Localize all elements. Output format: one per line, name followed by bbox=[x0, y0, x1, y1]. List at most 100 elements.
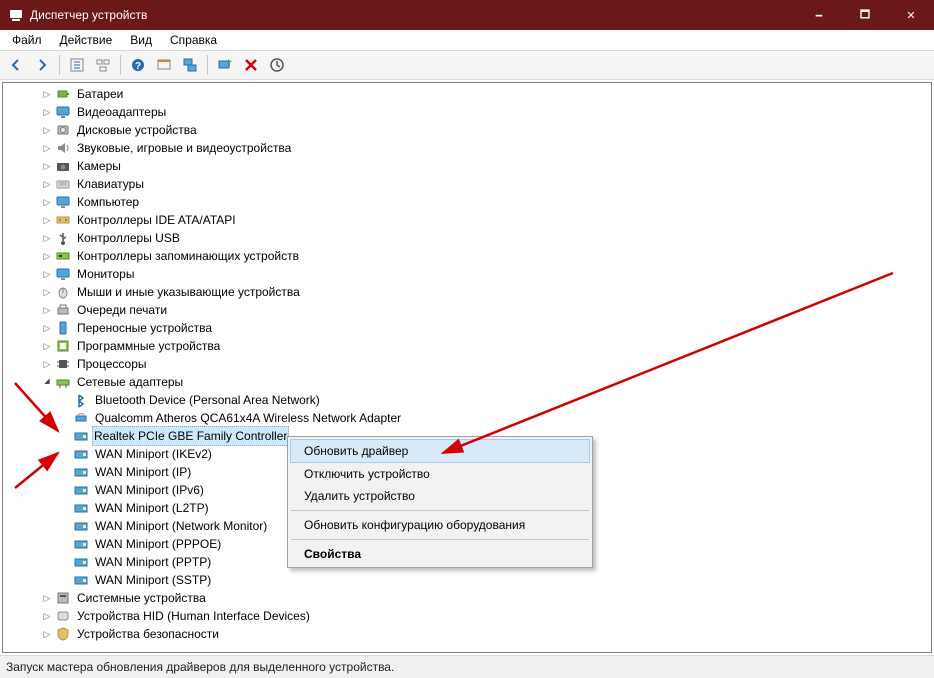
uninstall-device-icon[interactable] bbox=[239, 53, 263, 77]
tree-label[interactable]: Батареи bbox=[75, 85, 125, 103]
context-menu-item[interactable]: Удалить устройство bbox=[290, 485, 590, 507]
category-node[interactable]: Батареи bbox=[3, 85, 931, 103]
tree-label[interactable]: Сетевые адаптеры bbox=[75, 373, 185, 391]
category-node[interactable]: Мониторы bbox=[3, 265, 931, 283]
context-menu-item[interactable]: Обновить конфигурацию оборудования bbox=[290, 514, 590, 536]
expand-arrow-icon[interactable] bbox=[57, 536, 73, 552]
update-driver-icon[interactable] bbox=[213, 53, 237, 77]
device-node[interactable]: WAN Miniport (SSTP) bbox=[3, 571, 931, 589]
tree-label[interactable]: Bluetooth Device (Personal Area Network) bbox=[93, 391, 322, 409]
nav-back-icon[interactable] bbox=[4, 53, 28, 77]
expand-arrow-icon[interactable] bbox=[39, 266, 55, 282]
tree-label[interactable]: Мыши и иные указывающие устройства bbox=[75, 283, 302, 301]
expand-arrow-icon[interactable] bbox=[39, 626, 55, 642]
scan-window-icon[interactable] bbox=[152, 53, 176, 77]
tree-label[interactable]: Переносные устройства bbox=[75, 319, 214, 337]
tree-label[interactable]: Контроллеры IDE ATA/ATAPI bbox=[75, 211, 238, 229]
expand-arrow-icon[interactable] bbox=[57, 518, 73, 534]
expand-arrow-icon[interactable] bbox=[57, 392, 73, 408]
scan-hardware-icon[interactable] bbox=[265, 53, 289, 77]
tree-label[interactable]: Realtek PCIe GBE Family Controller bbox=[92, 426, 289, 446]
category-node[interactable]: Очереди печати bbox=[3, 301, 931, 319]
expand-arrow-icon[interactable] bbox=[39, 212, 55, 228]
tree-label[interactable]: Компьютер bbox=[75, 193, 141, 211]
tree-label[interactable]: Контроллеры запоминающих устройств bbox=[75, 247, 301, 265]
category-node[interactable]: Клавиатуры bbox=[3, 175, 931, 193]
expand-arrow-icon[interactable] bbox=[39, 176, 55, 192]
category-node[interactable]: Сетевые адаптеры bbox=[3, 373, 931, 391]
context-menu[interactable]: Обновить драйверОтключить устройствоУдал… bbox=[287, 436, 593, 568]
tree-label[interactable]: Системные устройства bbox=[75, 589, 208, 607]
expand-arrow-icon[interactable] bbox=[39, 230, 55, 246]
category-node[interactable]: Системные устройства bbox=[3, 589, 931, 607]
device-node[interactable]: Qualcomm Atheros QCA61x4A Wireless Netwo… bbox=[3, 409, 931, 427]
tree-label[interactable]: Qualcomm Atheros QCA61x4A Wireless Netwo… bbox=[93, 409, 403, 427]
expand-arrow-icon[interactable] bbox=[57, 554, 73, 570]
expand-arrow-icon[interactable] bbox=[39, 338, 55, 354]
category-node[interactable]: Контроллеры IDE ATA/ATAPI bbox=[3, 211, 931, 229]
menu-view[interactable]: Вид bbox=[122, 31, 160, 49]
category-node[interactable]: Процессоры bbox=[3, 355, 931, 373]
tree-label[interactable]: WAN Miniport (SSTP) bbox=[93, 571, 213, 589]
context-menu-item[interactable]: Свойства bbox=[290, 543, 590, 565]
device-tree-icon[interactable] bbox=[91, 53, 115, 77]
tree-label[interactable]: Устройства безопасности bbox=[75, 625, 221, 643]
expand-arrow-icon[interactable] bbox=[39, 284, 55, 300]
expand-arrow-icon[interactable] bbox=[39, 194, 55, 210]
category-node[interactable]: Программные устройства bbox=[3, 337, 931, 355]
expand-arrow-icon[interactable] bbox=[39, 302, 55, 318]
show-hidden-icon[interactable] bbox=[65, 53, 89, 77]
tree-label[interactable]: Очереди печати bbox=[75, 301, 169, 319]
tree-label[interactable]: Звуковые, игровые и видеоустройства bbox=[75, 139, 293, 157]
expand-arrow-icon[interactable] bbox=[39, 590, 55, 606]
expand-arrow-icon[interactable] bbox=[39, 320, 55, 336]
tree-label[interactable]: Клавиатуры bbox=[75, 175, 146, 193]
tree-label[interactable]: Программные устройства bbox=[75, 337, 222, 355]
expand-arrow-icon[interactable] bbox=[57, 428, 73, 444]
expand-arrow-icon[interactable] bbox=[39, 248, 55, 264]
tree-label[interactable]: WAN Miniport (PPTP) bbox=[93, 553, 213, 571]
category-node[interactable]: Контроллеры USB bbox=[3, 229, 931, 247]
expand-arrow-icon[interactable] bbox=[39, 158, 55, 174]
tree-label[interactable]: Устройства HID (Human Interface Devices) bbox=[75, 607, 312, 625]
tree-label[interactable]: Контроллеры USB bbox=[75, 229, 182, 247]
context-menu-item[interactable]: Отключить устройство bbox=[290, 463, 590, 485]
tree-label[interactable]: WAN Miniport (Network Monitor) bbox=[93, 517, 269, 535]
tree-label[interactable]: WAN Miniport (PPPOE) bbox=[93, 535, 223, 553]
category-node[interactable]: Устройства безопасности bbox=[3, 625, 931, 643]
tree-label[interactable]: WAN Miniport (IP) bbox=[93, 463, 193, 481]
category-node[interactable]: Переносные устройства bbox=[3, 319, 931, 337]
menu-help[interactable]: Справка bbox=[162, 31, 225, 49]
menu-file[interactable]: Файл bbox=[4, 31, 50, 49]
expand-arrow-icon[interactable] bbox=[39, 356, 55, 372]
help-icon[interactable]: ? bbox=[126, 53, 150, 77]
tree-label[interactable]: WAN Miniport (IPv6) bbox=[93, 481, 206, 499]
expand-arrow-icon[interactable] bbox=[39, 374, 55, 390]
expand-arrow-icon[interactable] bbox=[57, 482, 73, 498]
device-node[interactable]: Bluetooth Device (Personal Area Network) bbox=[3, 391, 931, 409]
menu-action[interactable]: Действие bbox=[52, 31, 121, 49]
category-node[interactable]: Компьютер bbox=[3, 193, 931, 211]
tree-label[interactable]: Камеры bbox=[75, 157, 123, 175]
category-node[interactable]: Мыши и иные указывающие устройства bbox=[3, 283, 931, 301]
maximize-button[interactable]: 🗖 bbox=[842, 0, 888, 30]
expand-arrow-icon[interactable] bbox=[57, 464, 73, 480]
category-node[interactable]: Видеоадаптеры bbox=[3, 103, 931, 121]
tree-label[interactable]: Мониторы bbox=[75, 265, 136, 283]
tree-label[interactable]: WAN Miniport (IKEv2) bbox=[93, 445, 214, 463]
category-node[interactable]: Устройства HID (Human Interface Devices) bbox=[3, 607, 931, 625]
tree-label[interactable]: Дисковые устройства bbox=[75, 121, 199, 139]
tree-label[interactable]: Процессоры bbox=[75, 355, 149, 373]
expand-arrow-icon[interactable] bbox=[39, 122, 55, 138]
category-node[interactable]: Дисковые устройства bbox=[3, 121, 931, 139]
expand-arrow-icon[interactable] bbox=[39, 140, 55, 156]
tree-label[interactable]: Видеоадаптеры bbox=[75, 103, 168, 121]
expand-arrow-icon[interactable] bbox=[39, 86, 55, 102]
monitor-list-icon[interactable] bbox=[178, 53, 202, 77]
expand-arrow-icon[interactable] bbox=[57, 500, 73, 516]
category-node[interactable]: Камеры bbox=[3, 157, 931, 175]
close-button[interactable]: ✕ bbox=[888, 0, 934, 30]
tree-label[interactable]: WAN Miniport (L2TP) bbox=[93, 499, 211, 517]
expand-arrow-icon[interactable] bbox=[39, 104, 55, 120]
expand-arrow-icon[interactable] bbox=[57, 410, 73, 426]
